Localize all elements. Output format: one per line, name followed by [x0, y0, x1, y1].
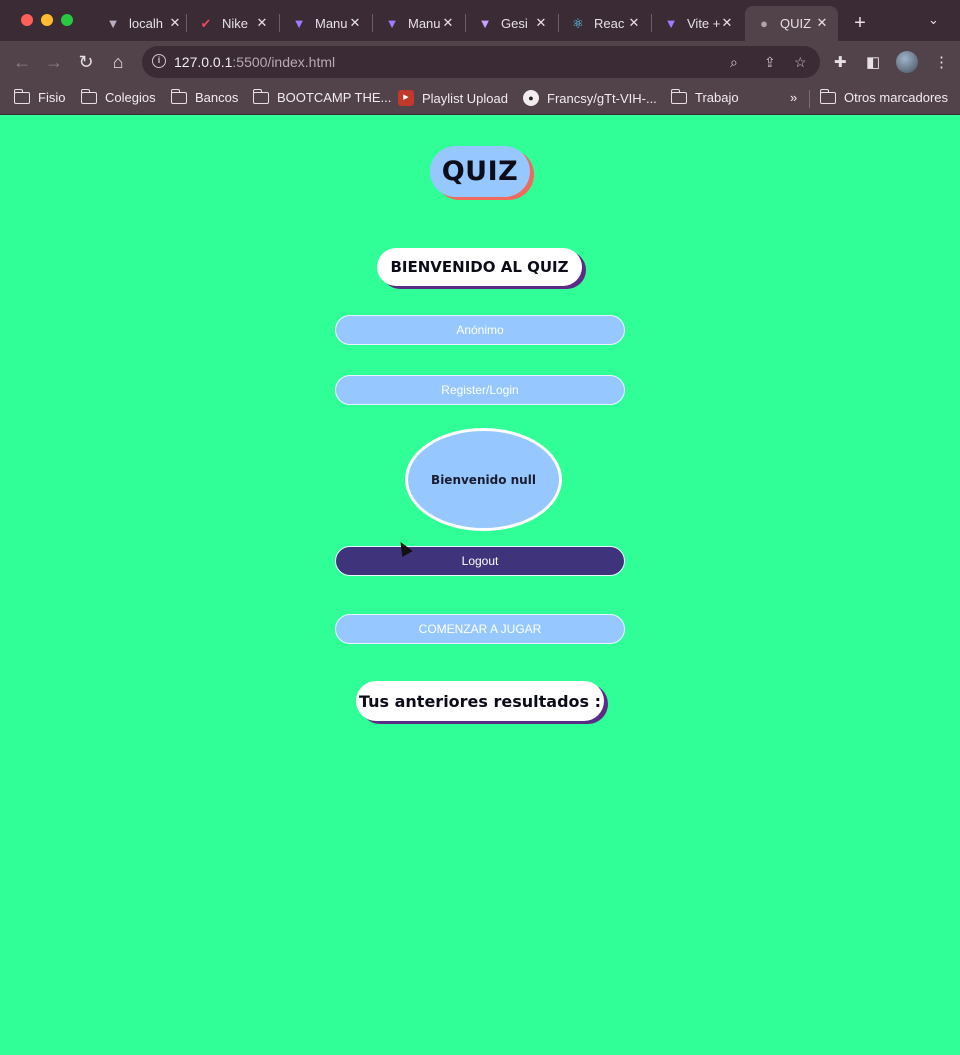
bookmark-star-icon[interactable]: ☆ [794, 54, 807, 71]
side-panel-icon[interactable]: ◧ [866, 53, 880, 71]
home-icon[interactable]: ⌂ [107, 51, 129, 73]
reload-icon[interactable]: ↻ [75, 51, 97, 73]
browser-toolbar: ← → ↻ ⌂ i 127.0.0.1:5500/index.html ⌕ ⇪ … [0, 41, 960, 83]
previous-results-heading: Tus anteriores resultados : [356, 681, 604, 721]
tab-localhost[interactable]: ▼ localh ✕ [105, 6, 183, 41]
close-tab-icon[interactable]: ✕ [533, 15, 549, 31]
bookmark-label: BOOTCAMP THE... [277, 90, 392, 105]
vite-icon: ▼ [664, 16, 678, 31]
bookmark-trabajo[interactable]: Trabajo [670, 88, 739, 105]
folder-icon [252, 88, 269, 104]
zoom-icon[interactable]: ⌕ [730, 54, 738, 71]
bookmark-fisio[interactable]: Fisio [13, 88, 66, 105]
share-icon[interactable]: ⇪ [764, 54, 776, 71]
greeting-oval: Bienvenido null [405, 428, 562, 531]
close-tab-icon[interactable]: ✕ [814, 15, 830, 31]
anonymous-button[interactable]: Anónimo [335, 315, 625, 345]
site-info-icon[interactable]: i [152, 54, 166, 68]
folder-icon [670, 88, 687, 104]
more-bookmarks-chevron-icon: » [790, 90, 798, 105]
zoom-window-button[interactable] [61, 14, 73, 26]
bookmark-playlist-upload[interactable]: ▶ Playlist Upload [398, 90, 508, 106]
tab-title: Vite + [687, 16, 721, 31]
nike-icon: ✔ [200, 15, 212, 31]
playlist-icon: ▶ [398, 90, 414, 106]
vite-icon: ▼ [385, 16, 399, 31]
bookmark-label: Colegios [105, 90, 156, 105]
bookmark-colegios[interactable]: Colegios [80, 88, 156, 105]
logout-button[interactable]: Logout [335, 546, 625, 576]
new-tab-button[interactable]: + [850, 12, 870, 35]
tab-title: Reac [594, 16, 625, 31]
quiz-title-badge: QUIZ [430, 146, 530, 197]
tab-search-chevron-icon[interactable]: ⌄ [928, 12, 939, 28]
tab-quiz[interactable]: ● QUIZ ✕ [745, 6, 838, 41]
menu-kebab-icon[interactable]: ⋮ [934, 53, 949, 71]
tab-title: Manu [408, 16, 441, 31]
page-viewport: QUIZ BIENVENIDO AL QUIZ Anónimo Register… [0, 116, 960, 1055]
tab-strip: ▼ localh ✕ ✔ Nike ✕ ▼ Manu ✕ ▼ Manu ✕ ▼ … [0, 0, 960, 41]
address-bar[interactable]: i 127.0.0.1:5500/index.html ⌕ ⇪ ☆ [142, 46, 820, 78]
vite-icon: ▼ [478, 16, 492, 31]
react-icon: ⚛ [572, 15, 584, 31]
vite-icon: ▼ [106, 16, 120, 31]
forward-arrow-icon[interactable]: → [43, 51, 65, 73]
close-window-button[interactable] [21, 14, 33, 26]
extensions-puzzle-icon[interactable]: ✚ [834, 53, 847, 71]
close-tab-icon[interactable]: ✕ [719, 15, 735, 31]
bookmark-bancos[interactable]: Bancos [170, 88, 239, 105]
bookmark-label: Trabajo [695, 90, 739, 105]
folder-icon [170, 88, 187, 104]
tab-title: Manu [315, 16, 348, 31]
folder-icon [13, 88, 30, 104]
bookmark-label: Francsy/gTt-VIH-... [547, 90, 657, 106]
register-login-button[interactable]: Register/Login [335, 375, 625, 405]
close-tab-icon[interactable]: ✕ [254, 15, 270, 31]
tab-vite[interactable]: ▼ Vite + ✕ [663, 6, 735, 41]
globe-icon: ● [760, 16, 768, 31]
url-host: 127.0.0.1 [174, 54, 233, 70]
more-bookmarks-button[interactable]: » [790, 90, 797, 105]
bookmark-label: Playlist Upload [422, 90, 508, 106]
bookmark-label: Otros marcadores [844, 90, 949, 105]
welcome-heading: BIENVENIDO AL QUIZ [377, 248, 582, 286]
tab-gesi[interactable]: ▼ Gesi ✕ [477, 6, 549, 41]
profile-avatar[interactable] [896, 51, 918, 73]
bookmark-label: Fisio [38, 90, 66, 105]
folder-icon [80, 88, 97, 104]
close-tab-icon[interactable]: ✕ [440, 15, 456, 31]
tab-nike[interactable]: ✔ Nike ✕ [198, 6, 270, 41]
vite-icon: ▼ [292, 16, 306, 31]
github-icon: ● [523, 90, 539, 106]
close-tab-icon[interactable]: ✕ [626, 15, 642, 31]
tab-title: localh [129, 16, 163, 31]
close-tab-icon[interactable]: ✕ [167, 15, 183, 31]
bookmarks-bar: Fisio Colegios Bancos BOOTCAMP THE... ▶ … [0, 83, 960, 115]
tab-manu-2[interactable]: ▼ Manu ✕ [384, 6, 456, 41]
back-arrow-icon[interactable]: ← [11, 51, 33, 73]
minimize-window-button[interactable] [41, 14, 53, 26]
url-path: :5500/index.html [232, 54, 336, 70]
tab-manu-1[interactable]: ▼ Manu ✕ [291, 6, 363, 41]
bookmarks-divider [809, 90, 810, 108]
bookmark-otros-marcadores[interactable]: Otros marcadores [819, 88, 949, 105]
close-tab-icon[interactable]: ✕ [347, 15, 363, 31]
tab-title: Gesi [501, 16, 528, 31]
tab-title: Nike [222, 16, 249, 31]
bookmark-label: Bancos [195, 90, 239, 105]
bookmark-bootcamp[interactable]: BOOTCAMP THE... [252, 88, 392, 105]
bookmark-github-repo[interactable]: ● Francsy/gTt-VIH-... [523, 90, 657, 106]
tab-react[interactable]: ⚛ Reac ✕ [570, 6, 642, 41]
url-text: 127.0.0.1:5500/index.html [174, 54, 335, 70]
tab-title: QUIZ [780, 16, 812, 31]
folder-icon [819, 88, 836, 104]
start-game-button[interactable]: COMENZAR A JUGAR [335, 614, 625, 644]
